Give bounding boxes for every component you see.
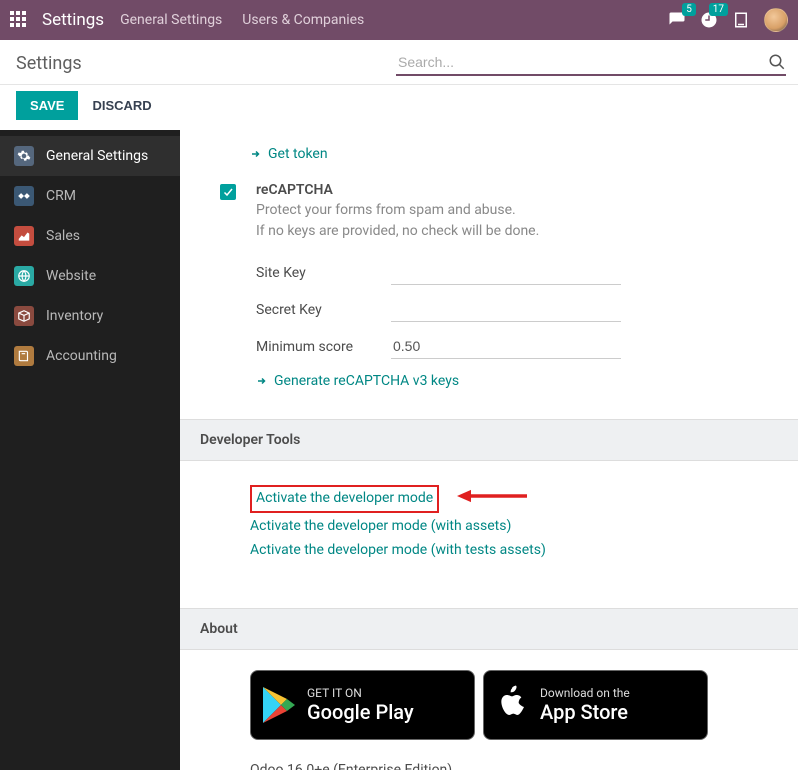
site-key-label: Site Key [256,265,391,281]
get-token-link[interactable]: Get token [268,146,328,162]
get-token-row: Get token [220,130,778,182]
apple-icon [496,684,528,726]
recaptcha-title: reCAPTCHA [256,182,778,198]
layout: General Settings CRM Sales Website Inven… [0,130,798,770]
arrow-annotation [457,486,527,510]
recaptcha-desc1: Protect your forms from spam and abuse. [256,200,778,221]
min-score-label: Minimum score [256,339,391,355]
search-icon[interactable] [768,53,786,71]
recaptcha-desc2: If no keys are provided, no check will b… [256,221,778,242]
app-store-small: Download on the [540,686,630,700]
google-play-big: Google Play [307,700,414,724]
highlight-annotation: Activate the developer mode [250,485,439,513]
subbar: Settings [0,40,798,85]
save-button[interactable]: SAVE [16,91,78,120]
app-store-big: App Store [540,700,630,724]
about-header: About [180,608,798,650]
handshake-icon [14,186,34,206]
debug-button[interactable] [732,11,750,29]
activities-button[interactable]: 17 [700,11,718,29]
secret-key-input[interactable] [391,297,621,322]
setting-recaptcha: reCAPTCHA Protect your forms from spam a… [220,182,778,389]
sidebar-item-website[interactable]: Website [0,256,180,296]
activities-badge: 17 [709,3,728,16]
arrow-right-icon [250,148,262,160]
activate-dev-mode-tests-link[interactable]: Activate the developer mode (with tests … [250,539,546,563]
google-play-icon [263,687,295,723]
nav-general-settings[interactable]: General Settings [120,12,222,28]
sidebar-item-inventory[interactable]: Inventory [0,296,180,336]
topbar: Settings General Settings Users & Compan… [0,0,798,40]
dev-links: Activate the developer mode Activate the… [180,461,798,578]
sidebar-item-accounting[interactable]: Accounting [0,336,180,376]
secret-key-label: Secret Key [256,302,391,318]
site-key-input[interactable] [391,260,621,285]
developer-tools-header: Developer Tools [180,419,798,461]
gen-recaptcha-keys-link[interactable]: Generate reCAPTCHA v3 keys [274,373,459,389]
messages-button[interactable]: 5 [668,11,686,29]
sidebar-item-crm[interactable]: CRM [0,176,180,216]
recaptcha-checkbox[interactable] [220,184,236,200]
google-play-button[interactable]: GET IT ON Google Play [250,670,475,740]
tablet-icon [732,11,750,29]
check-icon [222,186,234,198]
app-store-button[interactable]: Download on the App Store [483,670,708,740]
gear-icon [14,146,34,166]
sidebar-item-general-settings[interactable]: General Settings [0,136,180,176]
sidebar-item-sales[interactable]: Sales [0,216,180,256]
globe-icon [14,266,34,286]
nav-users-companies[interactable]: Users & Companies [242,12,364,28]
book-icon [14,346,34,366]
activate-dev-mode-link[interactable]: Activate the developer mode [256,487,433,511]
actionbar: SAVE DISCARD [0,85,798,130]
sidebar-item-label: General Settings [46,148,148,164]
sidebar-item-label: CRM [46,188,76,204]
search-input[interactable] [396,50,768,74]
messages-badge: 5 [682,3,696,16]
sidebar: General Settings CRM Sales Website Inven… [0,130,180,770]
discard-button[interactable]: DISCARD [92,98,151,113]
min-score-input[interactable] [391,334,621,359]
content: Get token reCAPTCHA Protect your forms f… [180,130,798,770]
arrow-right-icon [256,375,268,387]
version-text: Odoo 16.0+e (Enterprise Edition) [250,762,798,770]
avatar[interactable] [764,8,788,32]
about-body: GET IT ON Google Play Download on the Ap… [180,650,798,770]
search-wrap [396,50,786,76]
apps-icon[interactable] [10,11,28,29]
sidebar-item-label: Inventory [46,308,103,324]
sidebar-item-label: Accounting [46,348,117,364]
sidebar-item-label: Website [46,268,96,284]
sidebar-item-label: Sales [46,228,80,244]
box-icon [14,306,34,326]
google-play-small: GET IT ON [307,686,414,700]
app-brand: Settings [42,10,104,30]
page-title: Settings [16,53,82,74]
chart-icon [14,226,34,246]
activate-dev-mode-assets-link[interactable]: Activate the developer mode (with assets… [250,515,511,539]
